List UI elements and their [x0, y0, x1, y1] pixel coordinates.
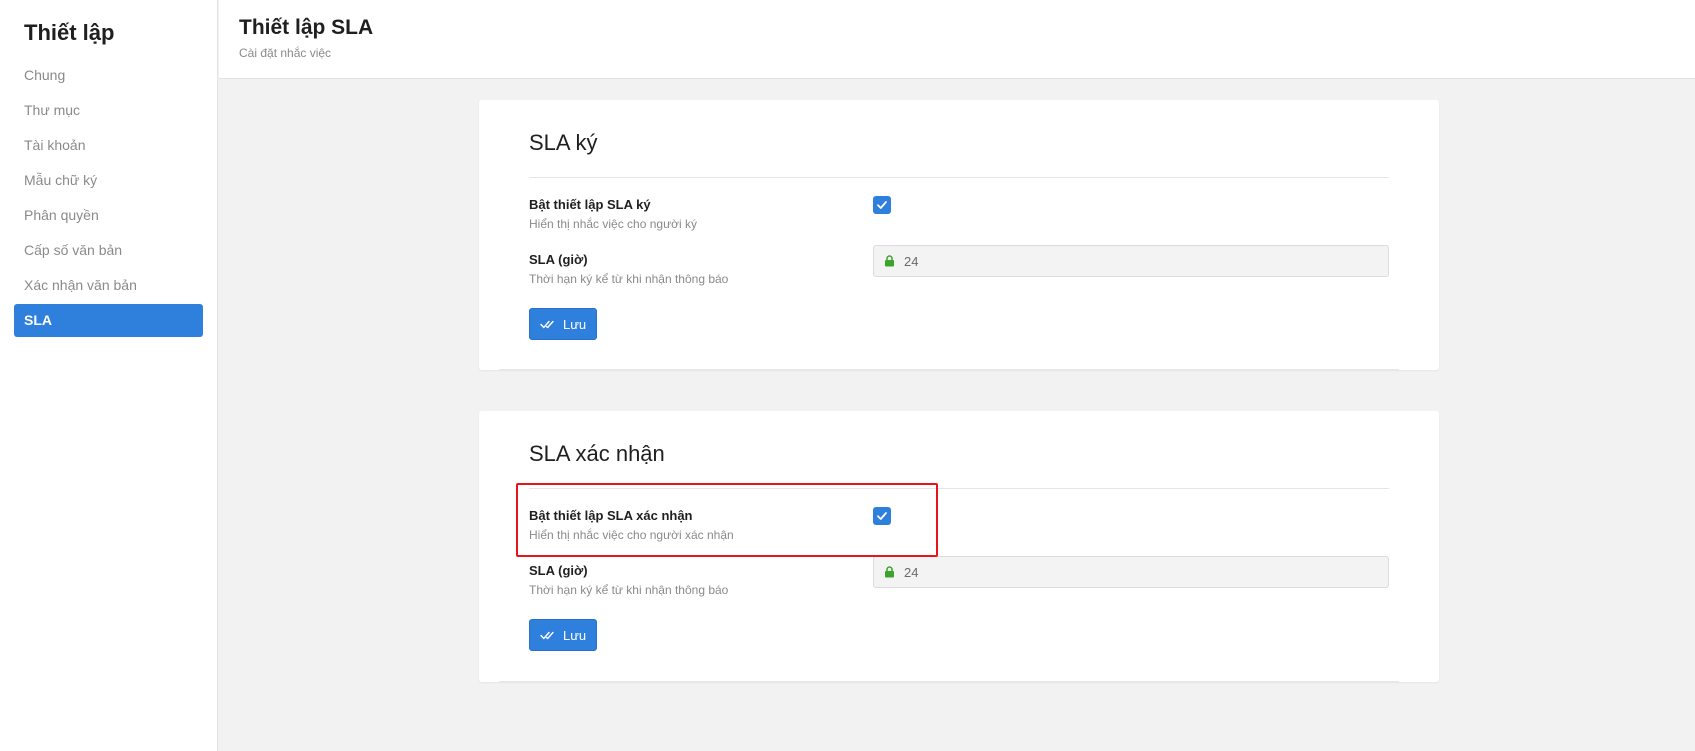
card-bottom-border — [499, 369, 1399, 370]
toggle-label: Bật thiết lập SLA xác nhận — [529, 508, 693, 523]
lock-icon — [885, 566, 894, 578]
page-subtitle: Cài đặt nhắc việc — [239, 46, 332, 60]
toggle-label: Bật thiết lập SLA ký — [529, 197, 651, 212]
save-button[interactable]: Lưu — [529, 619, 597, 651]
sidebar-item-general[interactable]: Chung — [14, 59, 203, 92]
section-divider — [529, 177, 1389, 178]
settings-sidebar: Thiết lập Chung Thư mục Tài khoản Mẫu ch… — [0, 0, 218, 751]
sla-hours-hint: Thời hạn ký kể từ khi nhận thông báo — [529, 272, 729, 286]
check-icon — [877, 201, 887, 209]
sla-hours-label: SLA (giờ) — [529, 563, 588, 578]
page-header: Thiết lập SLA Cài đặt nhắc việc — [219, 0, 1695, 79]
sla-hours-hint: Thời hạn ký kể từ khi nhận thông báo — [529, 583, 729, 597]
double-check-icon — [540, 631, 554, 640]
sla-hours-value: 24 — [904, 565, 919, 580]
sla-hours-label: SLA (giờ) — [529, 252, 588, 267]
save-button[interactable]: Lưu — [529, 308, 597, 340]
section-divider — [529, 488, 1389, 489]
sidebar-item-sla[interactable]: SLA — [14, 304, 203, 337]
sidebar-item-folders[interactable]: Thư mục — [14, 94, 203, 127]
section-title: SLA ký — [529, 130, 598, 155]
toggle-hint: Hiển thị nhắc việc cho người ký — [529, 217, 697, 231]
settings-nav: Chung Thư mục Tài khoản Mẫu chữ ký Phân … — [14, 59, 203, 339]
sidebar-title: Thiết lập — [24, 20, 115, 45]
sidebar-item-permissions[interactable]: Phân quyền — [14, 199, 203, 232]
check-icon — [877, 512, 887, 520]
sla-confirm-card: SLA xác nhận Bật thiết lập SLA xác nhận … — [479, 411, 1439, 682]
sidebar-item-document-confirmation[interactable]: Xác nhận văn bản — [14, 269, 203, 302]
sidebar-item-document-numbering[interactable]: Cấp số văn bản — [14, 234, 203, 267]
toggle-hint: Hiển thị nhắc việc cho người xác nhận — [529, 528, 734, 542]
sla-hours-value: 24 — [904, 254, 919, 269]
sla-sign-card: SLA ký Bật thiết lập SLA ký Hiển thị nhắ… — [479, 100, 1439, 370]
sla-sign-hours-input[interactable]: 24 — [873, 245, 1389, 277]
card-bottom-border — [499, 681, 1399, 682]
section-title: SLA xác nhận — [529, 441, 665, 466]
save-button-label: Lưu — [563, 628, 587, 643]
sla-confirm-checkbox[interactable] — [873, 507, 891, 525]
lock-icon — [885, 255, 894, 267]
double-check-icon — [540, 320, 554, 329]
sidebar-item-accounts[interactable]: Tài khoản — [14, 129, 203, 162]
page-title: Thiết lập SLA — [239, 16, 374, 39]
sla-confirm-hours-input[interactable]: 24 — [873, 556, 1389, 588]
sidebar-item-signature-templates[interactable]: Mẫu chữ ký — [14, 164, 203, 197]
save-button-label: Lưu — [563, 317, 587, 332]
sla-sign-checkbox[interactable] — [873, 196, 891, 214]
